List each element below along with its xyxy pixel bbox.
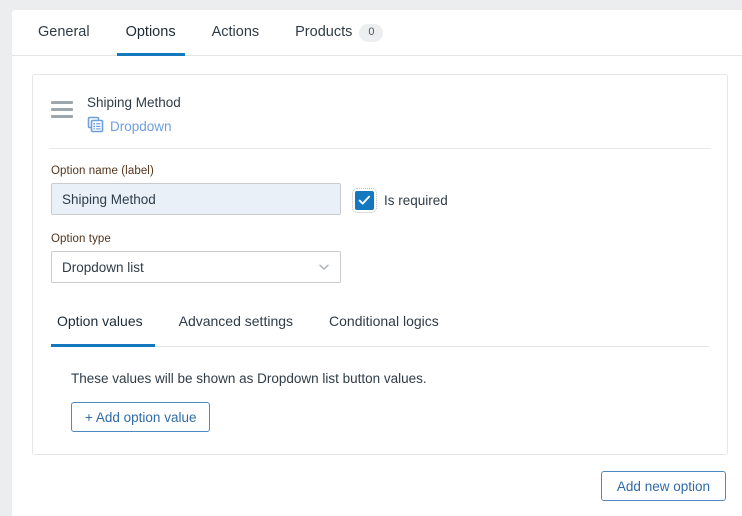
option-type-select-value: Dropdown list xyxy=(62,259,144,275)
add-option-value-button[interactable]: + Add option value xyxy=(71,402,211,433)
inner-tab-option-values[interactable]: Option values xyxy=(51,313,161,348)
option-values-panel: These values will be shown as Dropdown l… xyxy=(51,347,709,433)
tab-products-label: Products xyxy=(295,24,353,41)
options-content: Shiping Method Dropdown Option name (lab… xyxy=(12,56,742,515)
option-type-label: Option type xyxy=(51,233,111,246)
is-required-checkbox-group[interactable]: Is required xyxy=(352,187,448,213)
tab-options[interactable]: Options xyxy=(108,10,194,56)
dropdown-list-icon xyxy=(87,116,104,136)
is-required-checkbox[interactable] xyxy=(352,187,377,213)
tab-general-label: General xyxy=(38,24,90,41)
inner-tab-conditional-logics-label: Conditional logics xyxy=(329,313,439,330)
drag-handle-bar xyxy=(51,115,73,118)
inner-tab-conditional-logics[interactable]: Conditional logics xyxy=(311,313,457,346)
option-type-link-label: Dropdown xyxy=(110,118,172,134)
option-inner-tab-bar: Option values Advanced settings Conditio… xyxy=(51,313,709,348)
option-card-body: Option name (label) Is required xyxy=(33,149,727,454)
option-card-header-text: Shiping Method Dropdown xyxy=(87,92,181,136)
tab-products[interactable]: Products 0 xyxy=(277,10,401,55)
add-new-option-button[interactable]: Add new option xyxy=(600,471,726,502)
chevron-down-icon xyxy=(317,260,331,274)
option-type-link[interactable]: Dropdown xyxy=(87,116,181,136)
main-tab-bar: General Options Actions Products 0 xyxy=(12,10,742,56)
inner-tab-option-values-label: Option values xyxy=(57,313,143,330)
drag-handle-bar xyxy=(51,108,73,111)
option-name-input[interactable] xyxy=(51,183,341,216)
option-title: Shiping Method xyxy=(87,95,181,110)
page-container: General Options Actions Products 0 Shipi… xyxy=(12,10,742,516)
option-card-header: Shiping Method Dropdown xyxy=(33,75,727,148)
check-icon xyxy=(358,195,371,205)
option-name-row: Is required xyxy=(51,183,709,216)
option-type-group: Option type Dropdown list xyxy=(51,233,709,284)
drag-handle-icon[interactable] xyxy=(51,92,73,118)
option-name-group: Option name (label) Is required xyxy=(51,165,709,216)
option-type-select[interactable]: Dropdown list xyxy=(51,251,341,284)
products-count-badge: 0 xyxy=(359,23,384,42)
tab-actions[interactable]: Actions xyxy=(194,10,278,55)
tab-general[interactable]: General xyxy=(20,10,108,55)
option-name-label: Option name (label) xyxy=(51,165,154,178)
drag-handle-bar xyxy=(51,101,73,104)
is-required-label: Is required xyxy=(384,192,448,208)
inner-tab-advanced-settings-label: Advanced settings xyxy=(178,313,294,330)
tab-actions-label: Actions xyxy=(211,24,260,41)
option-values-description: These values will be shown as Dropdown l… xyxy=(71,371,427,387)
tab-options-label: Options xyxy=(125,24,176,41)
option-card: Shiping Method Dropdown Option name (lab… xyxy=(32,74,728,456)
inner-tab-advanced-settings[interactable]: Advanced settings xyxy=(161,313,311,346)
card-footer: Add new option xyxy=(32,471,728,502)
